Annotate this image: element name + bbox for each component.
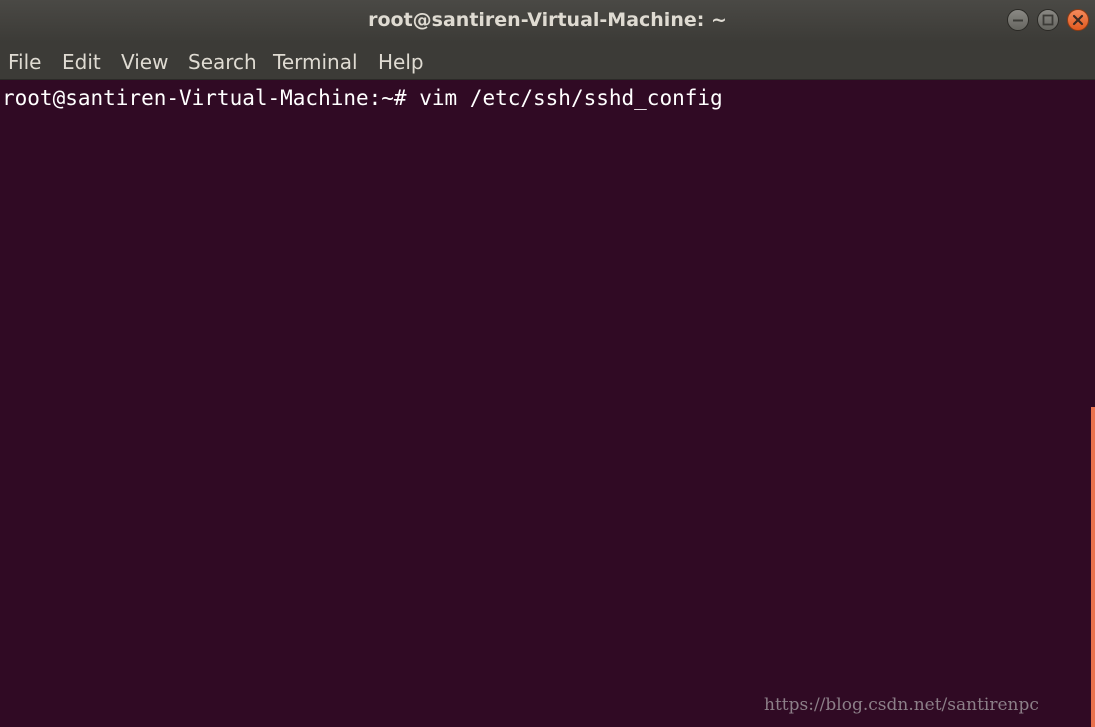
menu-edit[interactable]: Edit: [62, 50, 101, 74]
terminal-area[interactable]: root@santiren-Virtual-Machine:~# vim /et…: [0, 80, 1095, 727]
minimize-icon: [1013, 19, 1023, 22]
menu-view[interactable]: View: [121, 50, 168, 74]
minimize-button[interactable]: [1007, 9, 1029, 31]
window-title: root@santiren-Virtual-Machine: ~: [368, 9, 727, 31]
scrollbar-thumb[interactable]: [1091, 407, 1095, 727]
close-button[interactable]: [1067, 9, 1089, 31]
shell-prompt: root@santiren-Virtual-Machine:~#: [2, 86, 407, 110]
maximize-button[interactable]: [1037, 9, 1059, 31]
title-bar[interactable]: root@santiren-Virtual-Machine: ~: [0, 0, 1095, 42]
menu-file[interactable]: File: [8, 50, 41, 74]
menu-search[interactable]: Search: [188, 50, 257, 74]
menu-help[interactable]: Help: [378, 50, 424, 74]
menu-terminal[interactable]: Terminal: [273, 50, 358, 74]
terminal-window: root@santiren-Virtual-Machine: ~ File Ed…: [0, 0, 1095, 727]
menu-bar: File Edit View Search Terminal Help: [0, 42, 1095, 80]
command-line: root@santiren-Virtual-Machine:~# vim /et…: [2, 86, 723, 110]
maximize-icon: [1042, 14, 1054, 26]
watermark-text: https://blog.csdn.net/santirenpc: [764, 695, 1039, 715]
close-icon: [1072, 14, 1084, 26]
typed-command: vim /etc/ssh/sshd_config: [419, 86, 723, 110]
